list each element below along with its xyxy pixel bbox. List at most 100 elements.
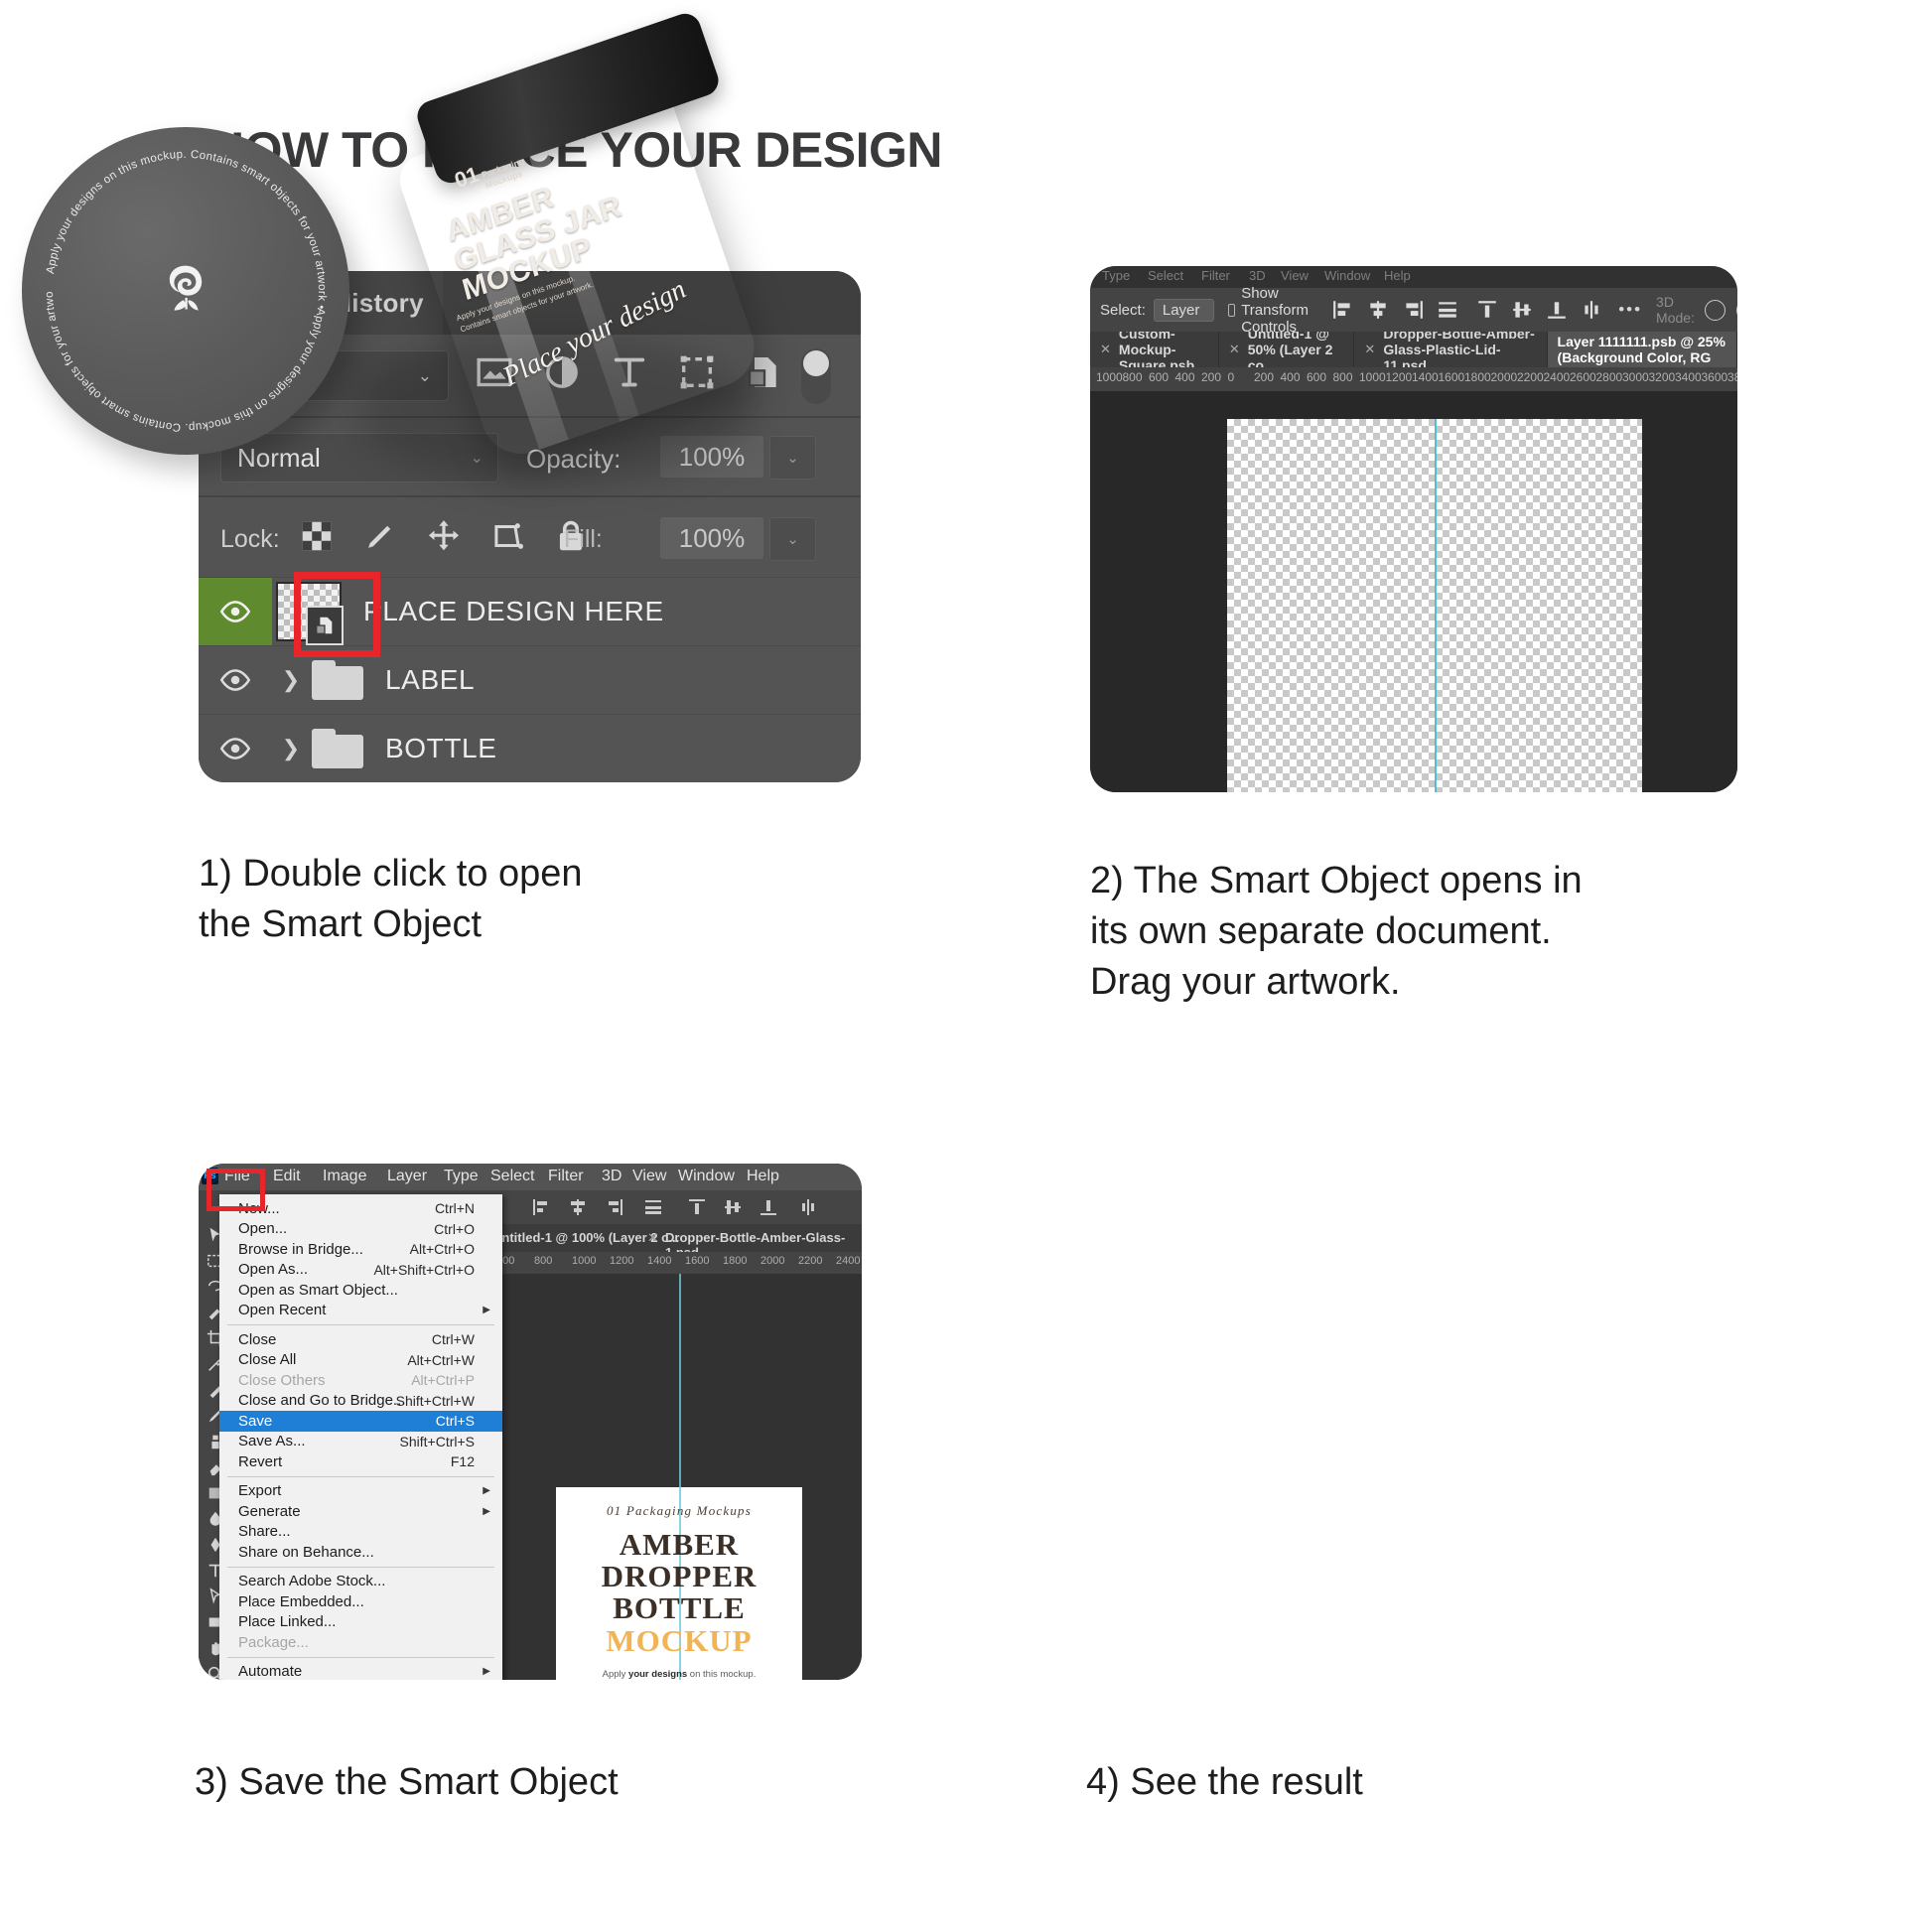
select-target-dropdown[interactable]: Layer: [1153, 298, 1215, 322]
menu-view[interactable]: View: [1281, 268, 1309, 283]
file-menu-item-generate[interactable]: Generate ▶: [219, 1501, 502, 1522]
file-menu-item-share[interactable]: Share...: [219, 1522, 502, 1543]
group-expand-chevron-right-icon[interactable]: ❯: [278, 667, 304, 693]
menu-edit[interactable]: Edit: [273, 1168, 301, 1185]
file-menu-dropdown[interactable]: New... Ctrl+N Open... Ctrl+O Browse in Bridg…: [219, 1194, 502, 1680]
menu-view[interactable]: View: [632, 1168, 666, 1185]
menu-item-label: Browse in Bridge...: [238, 1240, 363, 1258]
file-menu-item-open-recent[interactable]: Open Recent ▶: [219, 1301, 502, 1321]
file-menu-item-close-and-go-to-bridge[interactable]: Close and Go to Bridge... Shift+Ctrl+W: [219, 1391, 502, 1412]
center-guide: [1435, 419, 1437, 792]
align-top-icon[interactable]: [643, 1198, 663, 1216]
step2-caption: 2) The Smart Object opens in its own sep…: [1090, 860, 1583, 1003]
more-options-icon[interactable]: •••: [1618, 300, 1642, 320]
file-menu-item-close[interactable]: Close Ctrl+W: [219, 1329, 502, 1350]
distribute-vertical-center-icon[interactable]: [1511, 300, 1533, 320]
fill-chevron-down-icon[interactable]: ⌄: [769, 517, 816, 561]
ruler-tick: 200: [1254, 370, 1275, 384]
menu-layer[interactable]: Layer: [387, 1168, 427, 1185]
transparent-artboard[interactable]: [1227, 419, 1642, 792]
file-menu-item-open[interactable]: Open... Ctrl+O: [219, 1219, 502, 1240]
distribute-top-icon[interactable]: [1476, 300, 1498, 320]
file-menu-item-open-as[interactable]: Open As... Alt+Shift+Ctrl+O: [219, 1260, 502, 1281]
align-left-icon[interactable]: [532, 1198, 552, 1216]
submenu-arrow-icon: ▶: [483, 1505, 490, 1517]
layer-visibility-toggle[interactable]: [199, 578, 272, 645]
artwork-title: AMBER DROPPER BOTTLE MOCKUP: [556, 1528, 802, 1657]
document-tab-untitled-1[interactable]: ✕ Untitled-1 @ 50% (Layer 2 co...: [1219, 326, 1355, 373]
ruler-tick: 1400: [1412, 370, 1439, 384]
ruler-tick: 0: [1227, 370, 1235, 384]
step4-caption: 4) See the result: [1086, 1761, 1363, 1803]
menu-3d[interactable]: 3D: [602, 1168, 621, 1185]
ruler-tick: 3000: [1622, 370, 1649, 384]
align-center-horizontal-icon[interactable]: [568, 1198, 588, 1216]
artwork-preview[interactable]: 01 Packaging Mockups AMBER DROPPER BOTTL…: [556, 1274, 802, 1680]
close-icon[interactable]: ✕: [647, 1230, 658, 1246]
options-bar: Select: Layer Show Transform Controls ••…: [1090, 285, 1737, 336]
distribute-bottom-icon[interactable]: [1546, 300, 1568, 320]
distribute-horizontal-icon[interactable]: [1581, 300, 1602, 320]
3d-mode-label: 3D Mode:: [1656, 294, 1695, 326]
align-right-icon[interactable]: [604, 1198, 623, 1216]
file-menu-item-place-linked[interactable]: Place Linked...: [219, 1612, 502, 1633]
distribute-vertical-center-icon[interactable]: [723, 1198, 743, 1216]
file-menu-item-close-all[interactable]: Close All Alt+Ctrl+W: [219, 1350, 502, 1371]
close-icon[interactable]: ✕: [1100, 342, 1111, 357]
file-menu-item-open-as-smart-object[interactable]: Open as Smart Object...: [219, 1280, 502, 1301]
file-menu-item-share-on-behance[interactable]: Share on Behance...: [219, 1542, 502, 1563]
3d-roll-icon[interactable]: [1735, 299, 1737, 321]
file-menu-item-search-adobe-stock[interactable]: Search Adobe Stock...: [219, 1572, 502, 1592]
menu-item-label: Open as Smart Object...: [238, 1281, 398, 1299]
align-center-horizontal-icon[interactable]: [1367, 300, 1389, 320]
file-menu-item-place-embedded[interactable]: Place Embedded...: [219, 1591, 502, 1612]
3d-orbit-icon[interactable]: [1704, 299, 1725, 321]
file-menu-item-export[interactable]: Export ▶: [219, 1481, 502, 1502]
close-icon[interactable]: ✕: [1364, 342, 1375, 357]
file-menu-item-save-as[interactable]: Save As... Shift+Ctrl+S: [219, 1432, 502, 1452]
align-right-icon[interactable]: [1402, 300, 1424, 320]
file-menu-item-browse-in-bridge[interactable]: Browse in Bridge... Alt+Ctrl+O: [219, 1239, 502, 1260]
file-menu-item-save[interactable]: Save Ctrl+S: [219, 1411, 502, 1432]
layer-row-bottle[interactable]: ❯ BOTTLE: [199, 714, 861, 782]
distribute-top-icon[interactable]: [687, 1198, 707, 1216]
document-tab-layer-1111111[interactable]: Layer 1111111.psb @ 25% (Background Colo…: [1547, 332, 1737, 367]
align-top-icon[interactable]: [1437, 300, 1458, 320]
layer-visibility-toggle[interactable]: [199, 715, 272, 782]
close-icon[interactable]: ✕: [1229, 342, 1240, 357]
opacity-chevron-down-icon[interactable]: ⌄: [769, 436, 816, 480]
menu-window[interactable]: Window: [1324, 268, 1370, 283]
filter-toggle-switch[interactable]: [801, 348, 831, 404]
menu-filter[interactable]: Filter: [1201, 268, 1230, 283]
menu-image[interactable]: Image: [323, 1168, 366, 1185]
layer-visibility-toggle[interactable]: [199, 646, 272, 714]
group-expand-chevron-right-icon[interactable]: ❯: [278, 736, 304, 761]
menu-item-label: Package...: [238, 1633, 309, 1651]
menu-window[interactable]: Window: [678, 1168, 735, 1185]
select-label: Select:: [1100, 301, 1146, 319]
align-left-icon[interactable]: [1332, 300, 1354, 320]
document-tab-custom-mockup-square[interactable]: ✕ Custom-Mockup-Square.psb: [1090, 326, 1219, 373]
document-tab-dropper-bottle[interactable]: ✕ Dropper-Bottle-Amber-Glass-Plastic-Lid…: [1354, 326, 1548, 373]
ruler-tick: 200: [1201, 370, 1222, 384]
menu-select[interactable]: Select: [1148, 268, 1183, 283]
document-tab-label: Layer 1111111.psb @ 25% (Background Colo…: [1557, 334, 1725, 365]
menu-filter[interactable]: Filter: [548, 1168, 584, 1185]
menu-item-shortcut: Ctrl+S: [435, 1413, 475, 1430]
file-menu-item-revert[interactable]: Revert F12: [219, 1451, 502, 1472]
distribute-bottom-icon[interactable]: [759, 1198, 778, 1216]
menu-help[interactable]: Help: [747, 1168, 779, 1185]
show-transform-controls-checkbox[interactable]: Show Transform Controls: [1228, 285, 1314, 336]
ruler-tick: 800: [534, 1255, 553, 1267]
distribute-horizontal-icon[interactable]: [798, 1198, 818, 1216]
menu-type[interactable]: Type: [1102, 268, 1130, 283]
ruler-tick: 1000: [572, 1255, 597, 1267]
canvas-area[interactable]: [1090, 391, 1737, 792]
menu-help[interactable]: Help: [1384, 268, 1411, 283]
file-menu-item-automate[interactable]: Automate ▶: [219, 1662, 502, 1680]
file-menu-highlight: [207, 1169, 265, 1211]
menu-3d[interactable]: 3D: [1249, 268, 1266, 283]
file-menu-item-close-others: Close Others Alt+Ctrl+P: [219, 1370, 502, 1391]
menu-type[interactable]: Type: [444, 1168, 479, 1185]
menu-select[interactable]: Select: [490, 1168, 534, 1185]
